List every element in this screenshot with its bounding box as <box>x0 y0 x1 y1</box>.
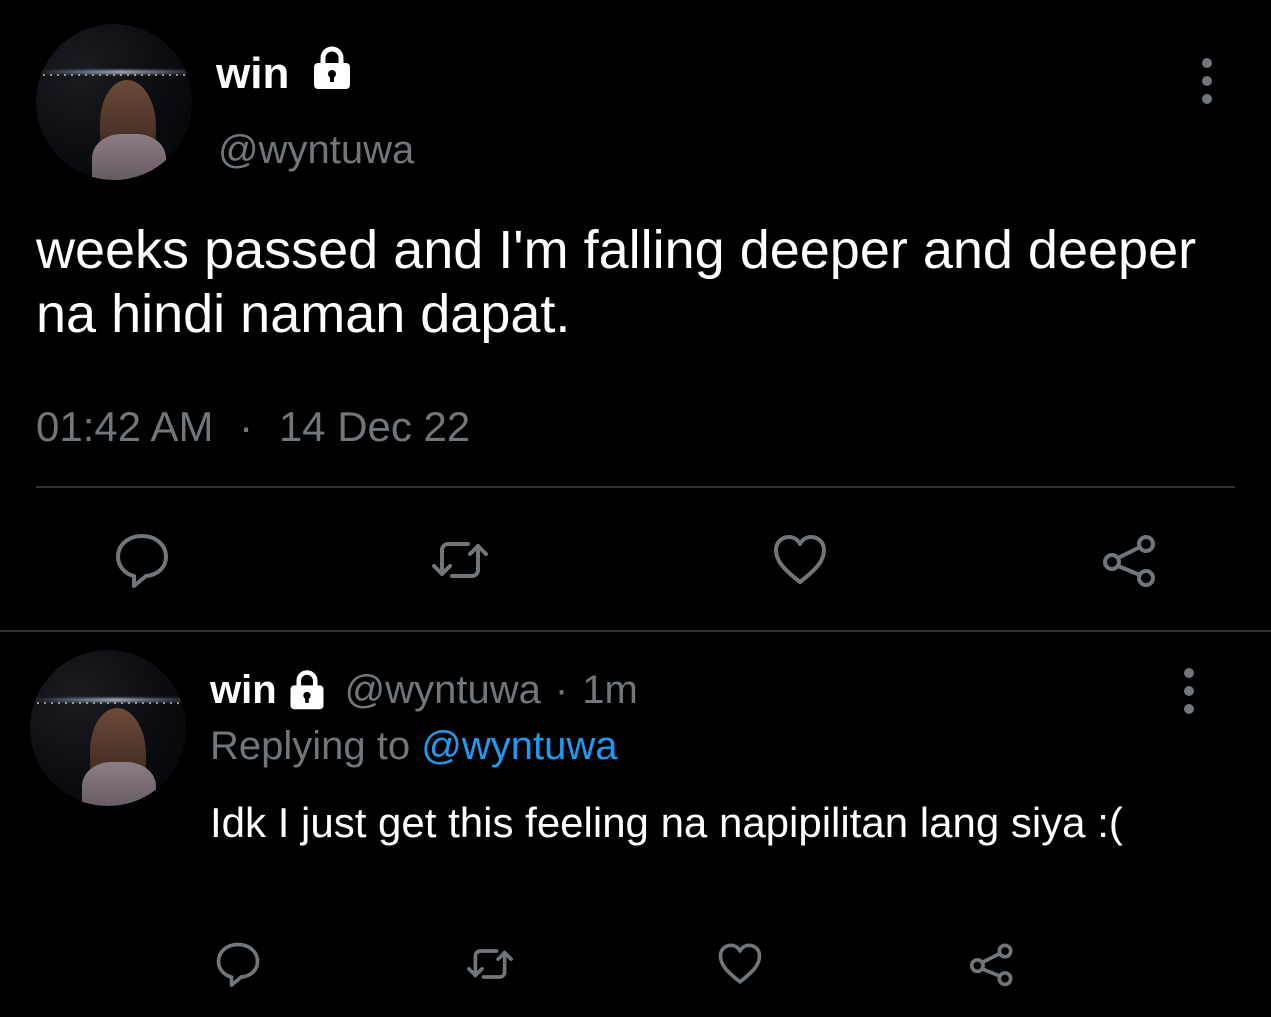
tweet-meta: 01:42 AM · 14 Dec 22 <box>36 406 470 448</box>
more-vertical-icon[interactable] <box>1200 58 1214 104</box>
heart-icon[interactable] <box>714 938 766 990</box>
replying-to: Replying to @wyntuwa <box>210 726 617 766</box>
heart-icon[interactable] <box>768 528 832 592</box>
tweet-divider <box>0 630 1271 632</box>
more-vertical-icon[interactable] <box>1182 668 1196 714</box>
share-icon[interactable] <box>966 938 1018 990</box>
tweet-date[interactable]: 14 Dec 22 <box>279 403 470 450</box>
tweet-text: weeks passed and I'm falling deeper and … <box>36 220 1197 344</box>
replying-mention[interactable]: @wyntuwa <box>421 724 617 768</box>
reply-author-handle[interactable]: @wyntuwa <box>345 670 541 710</box>
lock-icon <box>308 44 356 92</box>
reply-header: win @wyntuwa · 1m <box>210 666 638 714</box>
reply-separator: · <box>554 668 569 712</box>
tweet-time[interactable]: 01:42 AM <box>36 403 213 450</box>
author-name[interactable]: win <box>216 52 289 96</box>
retweet-icon[interactable] <box>464 938 516 990</box>
comment-icon[interactable] <box>212 938 264 990</box>
actions-divider-top <box>36 486 1235 488</box>
author-handle[interactable]: @wyntuwa <box>218 130 414 170</box>
meta-separator: · <box>239 403 254 450</box>
share-icon[interactable] <box>1098 528 1162 592</box>
replying-prefix: Replying to <box>210 724 411 768</box>
lock-icon <box>285 668 329 712</box>
retweet-icon[interactable] <box>428 528 492 592</box>
reply-author-name[interactable]: win <box>210 670 277 710</box>
comment-icon[interactable] <box>110 528 174 592</box>
reply-age[interactable]: 1m <box>582 670 638 710</box>
reply-author-avatar[interactable] <box>30 650 186 806</box>
author-avatar[interactable] <box>36 24 192 180</box>
reply-text: Idk I just get this feeling na napipilit… <box>210 799 1123 846</box>
